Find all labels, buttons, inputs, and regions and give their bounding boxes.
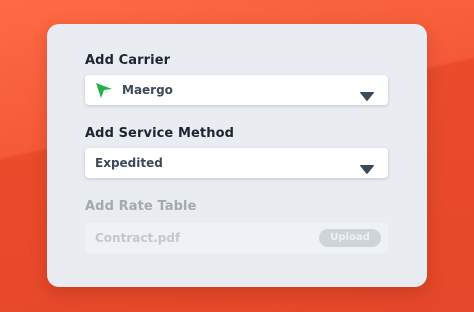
add-carrier-form-card: Add Carrier Maergo Add Service Method Ex…	[47, 24, 427, 287]
carrier-selected-value: Maergo	[122, 83, 173, 97]
service-method-selected-value: Expedited	[95, 156, 163, 170]
carrier-select[interactable]: Maergo	[85, 75, 388, 105]
service-method-select[interactable]: Expedited	[85, 148, 388, 178]
rate-table-placeholder: Contract.pdf	[95, 231, 181, 245]
chevron-down-icon	[360, 86, 374, 101]
upload-button[interactable]: Upload	[319, 229, 381, 247]
maergo-logo-icon	[95, 81, 113, 99]
rate-table-label: Add Rate Table	[85, 199, 197, 214]
carrier-label: Add Carrier	[85, 53, 171, 68]
chevron-down-icon	[360, 159, 374, 174]
rate-table-file-field[interactable]: Contract.pdf Upload	[85, 223, 388, 253]
service-method-label: Add Service Method	[85, 126, 235, 141]
